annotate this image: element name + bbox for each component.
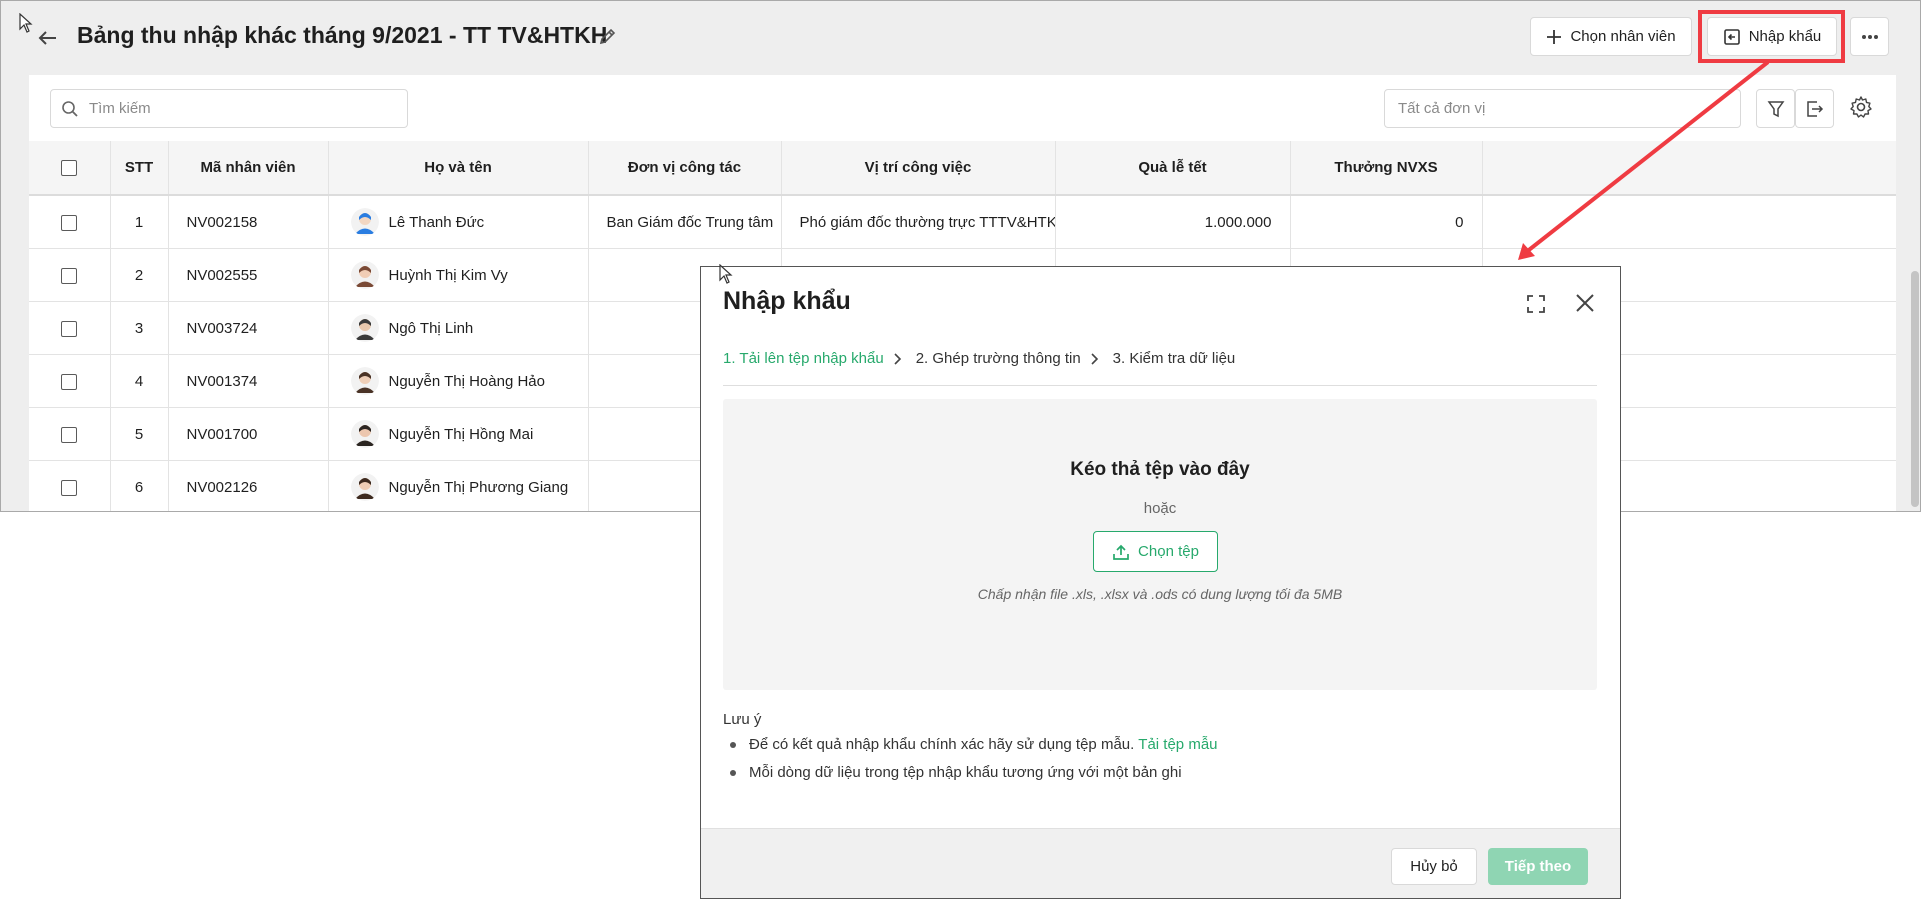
upload-icon — [1113, 544, 1129, 560]
note-item: Để có kết quả nhập khẩu chính xác hãy sử… — [730, 736, 1218, 753]
note-list: Để có kết quả nhập khẩu chính xác hãy sử… — [730, 736, 1218, 792]
bullet — [730, 769, 736, 776]
dropzone-hint: Chấp nhận file .xls, .xlsx và .ods có du… — [977, 586, 1343, 602]
dialog-title: Nhập khẩu — [723, 287, 851, 315]
dialog-footer: Hủy bỏ Tiếp theo — [701, 828, 1620, 898]
file-dropzone[interactable]: Kéo thả tệp vào đây hoặc Chọn tệp Chấp n… — [723, 399, 1597, 690]
close-icon[interactable] — [1574, 292, 1596, 319]
step-2[interactable]: 2. Ghép trường thông tin — [916, 350, 1081, 367]
note-text: Mỗi dòng dữ liệu trong tệp nhập khẩu tươ… — [749, 764, 1182, 781]
dropzone-or: hoặc — [1143, 500, 1177, 517]
choose-file-label: Chọn tệp — [1138, 543, 1199, 560]
bullet — [730, 741, 736, 748]
steps-divider — [723, 385, 1597, 386]
mouse-cursor-icon — [719, 264, 733, 284]
note-text: Để có kết quả nhập khẩu chính xác hãy sử… — [749, 736, 1135, 753]
next-button[interactable]: Tiếp theo — [1488, 848, 1588, 885]
cancel-button[interactable]: Hủy bỏ — [1391, 848, 1477, 885]
chevron-right-icon — [1091, 352, 1099, 365]
note-title: Lưu ý — [723, 711, 762, 728]
dropzone-title: Kéo thả tệp vào đây — [1070, 459, 1250, 480]
choose-file-button[interactable]: Chọn tệp — [1093, 531, 1218, 572]
download-template-link[interactable]: Tải tệp mẫu — [1138, 736, 1217, 753]
chevron-right-icon — [894, 352, 902, 365]
expand-icon[interactable] — [1526, 294, 1546, 319]
step-1[interactable]: 1. Tải lên tệp nhập khẩu — [723, 350, 884, 367]
note-item: Mỗi dòng dữ liệu trong tệp nhập khẩu tươ… — [730, 764, 1218, 781]
step-3[interactable]: 3. Kiểm tra dữ liệu — [1113, 350, 1236, 367]
import-steps: 1. Tải lên tệp nhập khẩu 2. Ghép trường … — [723, 350, 1235, 367]
